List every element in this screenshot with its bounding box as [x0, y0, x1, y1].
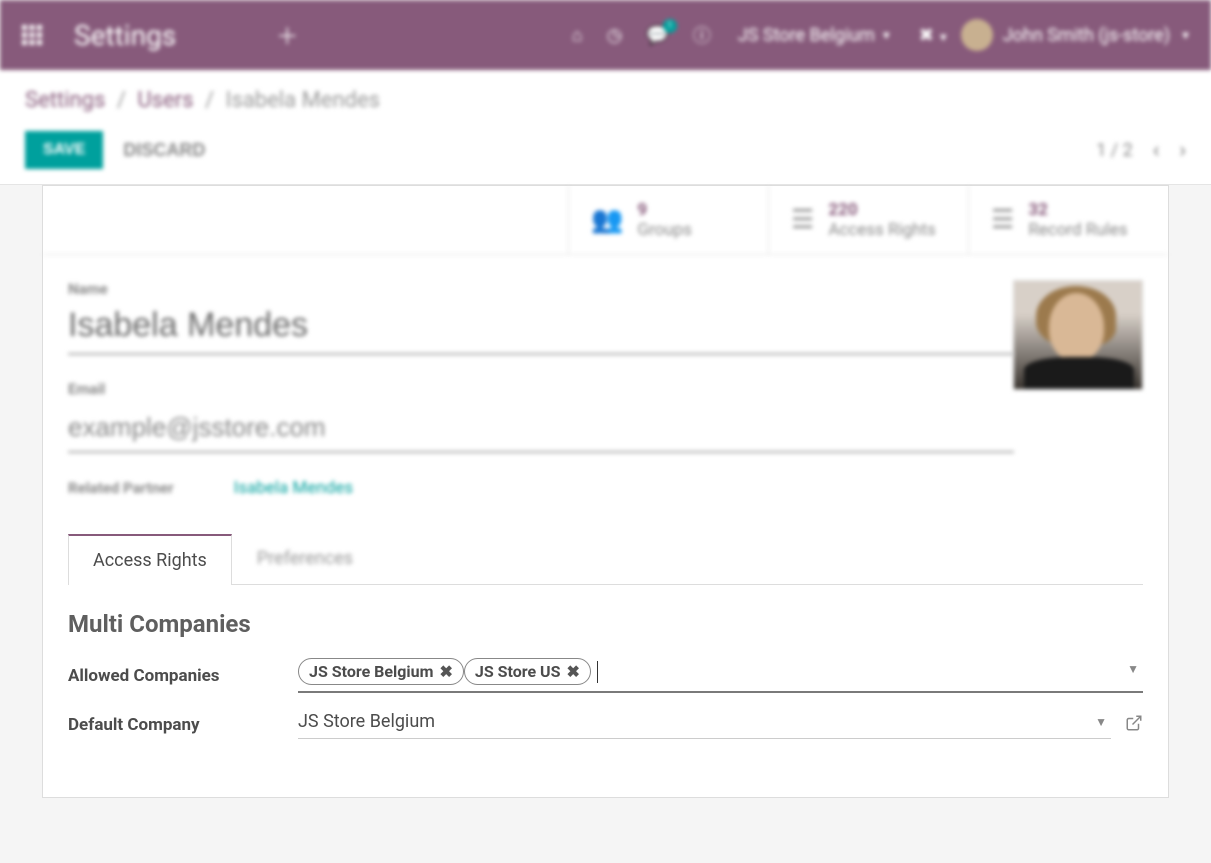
save-button[interactable]: SAVE: [25, 131, 103, 169]
pager-count: 1 / 2: [1096, 140, 1133, 161]
related-partner-link[interactable]: Isabela Mendes: [234, 478, 353, 498]
stat-buttons: 👥 9 Groups ☰ 220 Access Rights ☰ 32 Reco…: [43, 186, 1168, 255]
company-tag[interactable]: JS Store US ✖: [464, 658, 591, 685]
stat-record-rules[interactable]: ☰ 32 Record Rules: [968, 186, 1168, 254]
pager-next-icon[interactable]: ›: [1179, 138, 1186, 163]
breadcrumb: Settings / Users / Isabela Mendes: [25, 88, 1186, 113]
chevron-down-icon[interactable]: ▼: [1095, 715, 1107, 729]
clock-icon[interactable]: ◷: [607, 25, 623, 46]
pager: 1 / 2 ‹ ›: [1096, 138, 1186, 163]
messages-badge: 1: [663, 19, 677, 33]
allowed-companies-label: Allowed Companies: [68, 666, 298, 686]
section-multi-companies: Multi Companies: [68, 610, 1143, 638]
tab-content: Multi Companies Allowed Companies JS Sto…: [43, 585, 1168, 797]
group-icon: 👥: [591, 205, 623, 235]
tabs: Access Rights Preferences: [68, 533, 1143, 585]
app-title[interactable]: Settings: [74, 19, 176, 52]
user-menu[interactable]: John Smith (js-store)▼: [961, 19, 1191, 51]
form-card: 👥 9 Groups ☰ 220 Access Rights ☰ 32 Reco…: [42, 185, 1169, 798]
default-company-label: Default Company: [68, 715, 298, 735]
list-icon: ☰: [791, 205, 814, 235]
name-input[interactable]: [68, 302, 1014, 355]
pager-prev-icon[interactable]: ‹: [1153, 138, 1160, 163]
tag-remove-icon[interactable]: ✖: [439, 662, 452, 681]
info-icon[interactable]: ⓘ: [693, 22, 711, 48]
messages-icon[interactable]: 💬1: [646, 25, 668, 46]
external-link-icon[interactable]: [1125, 714, 1143, 736]
default-company-field[interactable]: JS Store Belgium ▼: [298, 711, 1111, 739]
stat-groups[interactable]: 👥 9 Groups: [568, 186, 768, 254]
close-icon[interactable]: ✖▼: [919, 25, 949, 46]
tab-access-rights[interactable]: Access Rights: [68, 534, 232, 585]
email-label: Email: [68, 380, 1143, 398]
apps-grid-icon[interactable]: [20, 23, 44, 47]
new-icon[interactable]: ＋: [276, 19, 298, 51]
company-tag[interactable]: JS Store Belgium ✖: [298, 658, 464, 685]
allowed-companies-field[interactable]: JS Store Belgium ✖JS Store US ✖ ▼: [298, 658, 1143, 693]
email-input[interactable]: [68, 408, 1014, 453]
control-panel: Settings / Users / Isabela Mendes SAVE D…: [0, 70, 1211, 185]
company-switcher[interactable]: JS Store Belgium▼: [738, 25, 892, 46]
breadcrumb-current: Isabela Mendes: [225, 88, 380, 113]
name-label: Name: [68, 280, 1143, 298]
tag-remove-icon[interactable]: ✖: [566, 662, 579, 681]
discard-button[interactable]: DISCARD: [123, 140, 205, 161]
breadcrumb-users[interactable]: Users: [137, 88, 193, 113]
list-icon: ☰: [991, 205, 1014, 235]
stat-access-rights[interactable]: ☰ 220 Access Rights: [768, 186, 968, 254]
topbar: Settings ＋ ⌂ ◷ 💬1 ⓘ JS Store Belgium▼ ✖▼…: [0, 0, 1211, 70]
default-company-value: JS Store Belgium: [298, 711, 435, 732]
related-partner-label: Related Partner: [68, 479, 174, 497]
home-icon[interactable]: ⌂: [572, 25, 583, 46]
row-default-company: Default Company JS Store Belgium ▼: [68, 711, 1143, 739]
breadcrumb-settings[interactable]: Settings: [25, 88, 105, 113]
text-cursor: [597, 661, 598, 683]
avatar-icon: [961, 19, 993, 51]
row-allowed-companies: Allowed Companies JS Store Belgium ✖JS S…: [68, 658, 1143, 693]
tab-preferences[interactable]: Preferences: [232, 533, 378, 584]
chevron-down-icon[interactable]: ▼: [1127, 662, 1139, 676]
